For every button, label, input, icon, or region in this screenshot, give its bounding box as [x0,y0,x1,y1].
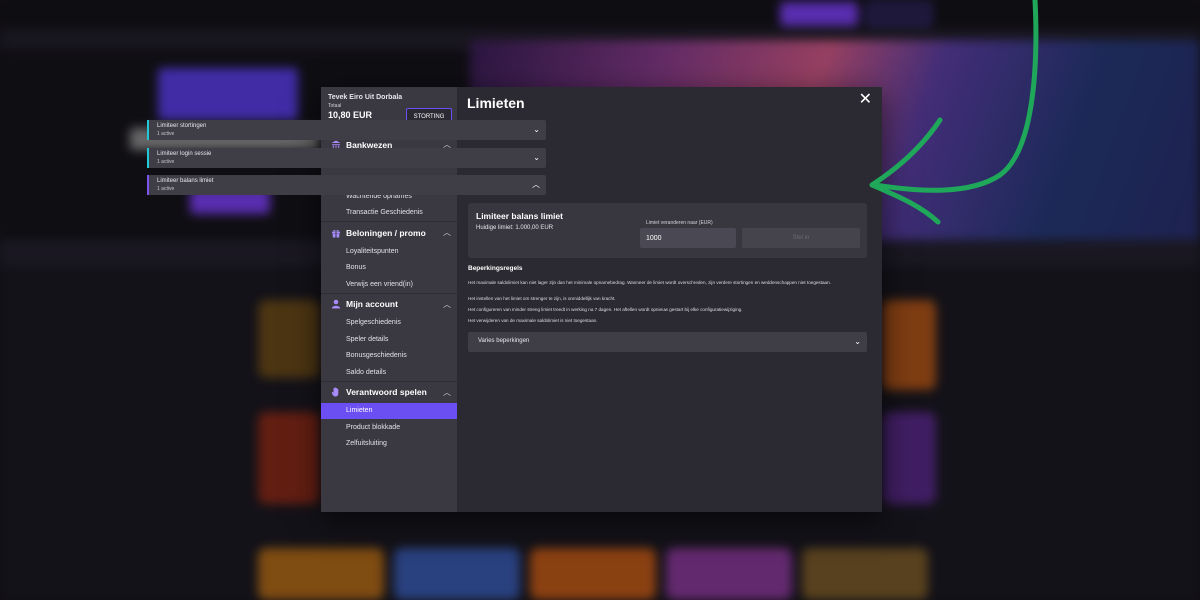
sidebar-item-loyalty-points[interactable]: Loyaliteitspunten [321,243,457,260]
chevron-up-icon: ︿ [443,299,451,309]
sidebar-item-self-exclusion[interactable]: Zelfuitsluiting [321,436,457,453]
sidebar-item-game-history[interactable]: Spelgeschiedenis [321,315,457,332]
accordion-accent [147,175,149,195]
annotation-arrow-icon [869,0,1039,225]
accordion-deposit-limit[interactable]: Limiteer stortingen 1 active ⌄ [147,120,546,140]
current-limit: Huidige limiet: 1.000,00 EUR [476,225,553,231]
accordion-title: Limiteer login sessie [157,151,212,157]
current-limit-value: 1.000,00 EUR [515,225,554,231]
sidebar-item-bonus-history[interactable]: Bonusgeschiedenis [321,348,457,365]
rule-text: Het instellen van het limiet om strenger… [468,296,616,301]
accordion-subtitle: 1 active [157,131,175,137]
sidebar-section-label: Verantwoord spelen [346,387,427,397]
accordion-subtitle: 1 active [157,186,175,192]
current-limit-label: Huidige limiet: [476,225,514,231]
chevron-down-icon: ⌄ [533,125,540,134]
sidebar-section-my-account[interactable]: Mijn account ︿ [321,292,457,315]
limit-field-label: Limiet veranderen naar (EUR) [646,220,713,226]
sidebar-section-label: Beloningen / promo [346,227,426,238]
accordion-balance-limit[interactable]: Limiteer balans limiet 1 active ︿ [147,175,546,195]
balance-limit-panel: Limiteer balans limiet Huidige limiet: 1… [468,203,867,258]
chevron-down-icon: ⌄ [533,153,540,162]
hand-icon [331,387,341,397]
sidebar-item-transaction-history[interactable]: Transactie Geschiedenis [321,205,457,222]
accordion-accent [147,120,149,140]
user-icon [331,299,341,309]
sidebar-item-refer-friend[interactable]: Verwijs een vriend(in) [321,276,457,293]
sidebar-item-player-details[interactable]: Speler details [321,331,457,348]
sidebar-item-balance-details[interactable]: Saldo details [321,364,457,381]
chevron-up-icon: ︿ [532,180,540,189]
account-name: Tevek Eiro Uit Dorbala [328,94,403,101]
rule-text: Het maximale saldolimiet kan niet lager … [468,280,831,285]
accordion-login-session-limit[interactable]: Limiteer login sessie 1 active ⌄ [147,148,546,168]
accordion-title: Varies beperkingen [478,338,530,344]
sidebar-section-rewards[interactable]: Beloningen / promo ︿ [321,221,457,243]
sidebar-item-bonus[interactable]: Bonus [321,260,457,277]
accordion-subtitle: 1 active [157,159,175,165]
accordion-various-restrictions[interactable]: Varies beperkingen ⌄ [468,332,867,352]
sidebar-section-label: Mijn account [346,299,398,309]
gift-icon [331,228,341,238]
panel-title: Limiteer balans limiet [476,211,563,221]
page-title: Limieten [467,95,525,111]
sidebar-item-product-block[interactable]: Product blokkade [321,419,457,436]
rule-text: Het configureren van minder streng limie… [468,307,743,312]
rules-title: Beperkingsregels [468,265,523,272]
set-limit-button[interactable]: Stel in [742,228,860,248]
accordion-accent [147,148,149,168]
chevron-down-icon: ⌄ [854,337,861,346]
rule-text: Het verwijderen van de maximale saldolim… [468,318,598,323]
sidebar-item-limits[interactable]: Limieten [321,402,457,419]
limit-input[interactable] [640,228,736,248]
accordion-title: Limiteer stortingen [157,123,207,129]
chevron-up-icon: ︿ [443,228,451,237]
chevron-up-icon: ︿ [443,387,451,397]
accordion-title: Limiteer balans limiet [157,178,214,184]
sidebar-section-responsible-gaming[interactable]: Verantwoord spelen ︿ [321,380,457,403]
